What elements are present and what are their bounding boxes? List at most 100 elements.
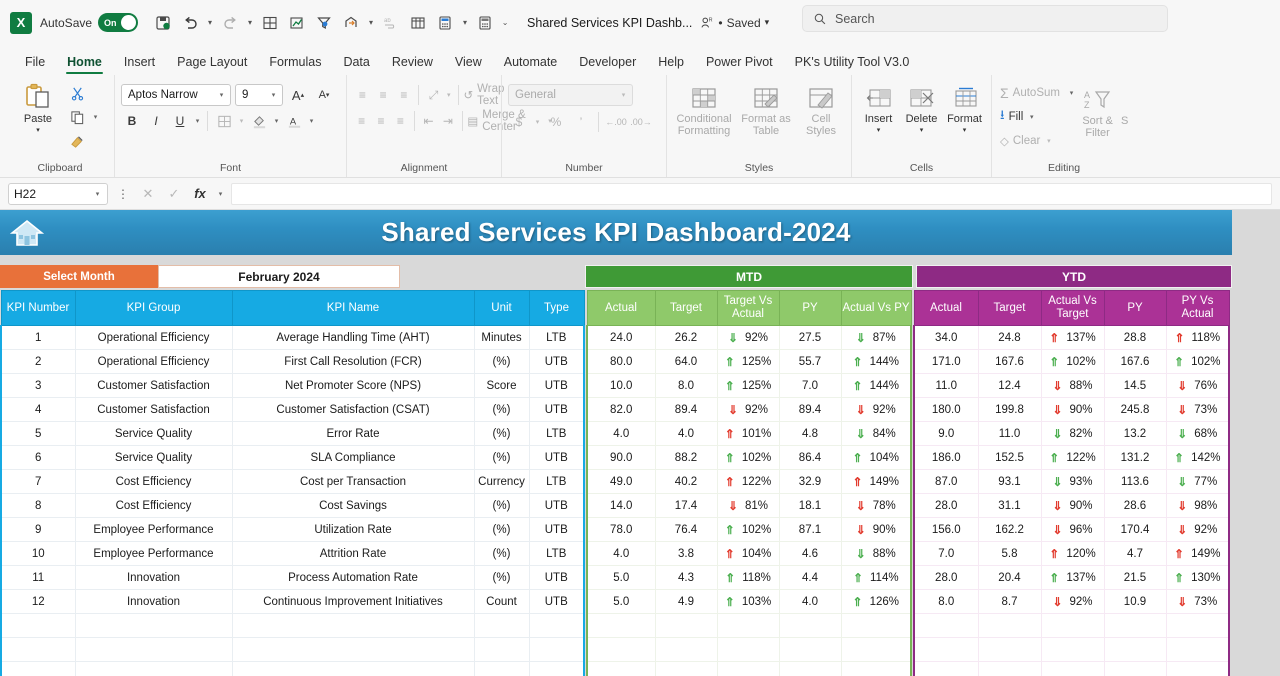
table-row-empty[interactable]	[0, 661, 1230, 676]
clear-button[interactable]: ◇ Clear ▾	[1000, 130, 1057, 152]
copy-chevron-down-icon[interactable]: ▾	[91, 113, 100, 121]
saved-status[interactable]: R • Saved ▾	[700, 16, 769, 30]
autosum-button[interactable]: Σ AutoSum	[1000, 82, 1064, 104]
table-icon[interactable]	[405, 10, 431, 36]
decrease-indent-icon[interactable]: ⇤	[420, 110, 437, 132]
tab-data[interactable]: Data	[332, 52, 380, 75]
number-format-chevron-down-icon[interactable]: ▾	[619, 91, 628, 99]
font-color-button[interactable]: A	[283, 110, 305, 132]
cut-icon[interactable]	[66, 82, 88, 104]
font-size-chevron-down-icon[interactable]: ▾	[269, 91, 278, 99]
cell-styles-button[interactable]: Cell Styles	[797, 80, 845, 137]
tab-power-pivot[interactable]: Power Pivot	[695, 52, 784, 75]
increase-indent-icon[interactable]: ⇥	[439, 110, 456, 132]
fill-button[interactable]: ⭳ Fill ▾	[1000, 106, 1040, 128]
format-as-table-button[interactable]: Format as Table	[737, 80, 795, 137]
formula-bar-options-icon[interactable]: ⋮	[114, 187, 132, 201]
save-icon[interactable]	[150, 10, 176, 36]
orientation-chevron-down-icon[interactable]: ▾	[445, 91, 453, 99]
tab-developer[interactable]: Developer	[568, 52, 647, 75]
spelling-icon[interactable]: ab	[378, 10, 404, 36]
currency-chevron-down-icon[interactable]: ▾	[533, 118, 542, 126]
table-row[interactable]: 4 Customer Satisfaction Customer Satisfact…	[0, 397, 1230, 422]
table-row-empty[interactable]	[0, 613, 1230, 638]
table-row[interactable]: 2 Operational Efficiency First Call Resolu…	[0, 349, 1230, 374]
table-row[interactable]: 11 Innovation Process Automation Rate (%) UT…	[0, 565, 1230, 590]
sort-filter-button[interactable]: AZ Sort & Filter	[1080, 82, 1115, 139]
shrink-font-button[interactable]: A ▾	[313, 84, 335, 106]
copy-icon[interactable]	[66, 106, 88, 128]
table-row[interactable]: 10 Employee Performance Attrition Rate (%) L…	[0, 541, 1230, 566]
conditional-formatting-button[interactable]: Conditional Formatting	[673, 80, 735, 137]
paste-chevron-down-icon[interactable]: ▾	[36, 126, 40, 134]
table-row[interactable]: 5 Service Quality Error Rate (%) LTB 4.0 4.0 ⇑ 1…	[0, 421, 1230, 446]
calculator-icon[interactable]	[432, 10, 458, 36]
table-row[interactable]: 1 Operational Efficiency Average Handling …	[0, 325, 1230, 350]
table-row[interactable]: 7 Cost Efficiency Cost per Transaction Curr…	[0, 469, 1230, 494]
tab-home[interactable]: Home	[56, 52, 113, 75]
chart-icon[interactable]	[284, 10, 310, 36]
align-right-icon[interactable]: ≡	[392, 110, 409, 132]
currency-button[interactable]: $	[508, 111, 530, 133]
table-row[interactable]: 12 Innovation Continuous Improvement Initi…	[0, 589, 1230, 614]
italic-button[interactable]: I	[145, 110, 167, 132]
find-select-button[interactable]: S	[1119, 82, 1130, 127]
number-format-select[interactable]: General ▾	[508, 84, 633, 106]
redo-dropdown-icon[interactable]: ▾	[244, 10, 256, 36]
filter-icon[interactable]	[311, 10, 337, 36]
table-row[interactable]: 8 Cost Efficiency Cost Savings (%) UTB 14.0 17…	[0, 493, 1230, 518]
insert-chevron-down-icon[interactable]: ▾	[877, 126, 881, 134]
align-top-icon[interactable]: ≡	[353, 84, 372, 106]
font-name-chevron-down-icon[interactable]: ▾	[217, 91, 226, 99]
select-month-value[interactable]: February 2024	[158, 265, 400, 288]
tab-insert[interactable]: Insert	[113, 52, 166, 75]
underline-button[interactable]: U	[169, 110, 191, 132]
underline-chevron-down-icon[interactable]: ▾	[193, 117, 202, 125]
fill-chevron-down-icon[interactable]: ▾	[1027, 113, 1036, 121]
customize-qat-icon[interactable]: ⌄	[499, 10, 511, 36]
tab-formulas[interactable]: Formulas	[258, 52, 332, 75]
format-cells-button[interactable]: Format ▾	[944, 80, 985, 134]
increase-decimal-icon[interactable]: ←.00	[605, 111, 627, 133]
name-box[interactable]: H22 ▾	[8, 182, 108, 205]
name-box-chevron-down-icon[interactable]: ▾	[93, 190, 102, 198]
calculator-dropdown-icon[interactable]: ▾	[459, 10, 471, 36]
tab-help[interactable]: Help	[647, 52, 695, 75]
font-size-input[interactable]: 9 ▾	[235, 84, 283, 106]
autosum-chevron-down-icon[interactable]: ▾	[1067, 89, 1076, 97]
table-row[interactable]: 9 Employee Performance Utilization Rate (%)…	[0, 517, 1230, 542]
borders-icon[interactable]	[257, 10, 283, 36]
align-left-icon[interactable]: ≡	[353, 110, 370, 132]
bold-button[interactable]: B	[121, 110, 143, 132]
align-bottom-icon[interactable]: ≡	[395, 84, 414, 106]
fill-color-button[interactable]	[248, 110, 270, 132]
tab-view[interactable]: View	[444, 52, 493, 75]
format-painter-icon[interactable]	[66, 130, 88, 152]
clear-chevron-down-icon[interactable]: ▾	[1044, 137, 1053, 145]
comma-style-button[interactable]: ’	[570, 111, 592, 133]
paste-button[interactable]: Paste ▾	[12, 80, 64, 134]
insert-function-icon[interactable]: fx	[190, 186, 210, 201]
fill-color-chevron-down-icon[interactable]: ▾	[272, 117, 281, 125]
undo-dropdown-icon[interactable]: ▾	[204, 10, 216, 36]
undo-icon[interactable]	[177, 10, 203, 36]
decrease-decimal-icon[interactable]: .00→	[630, 111, 652, 133]
delete-cells-button[interactable]: Delete ▾	[901, 80, 942, 134]
autosave-toggle[interactable]: On	[98, 13, 139, 32]
borders-chevron-down-icon[interactable]: ▾	[237, 117, 246, 125]
formula-input[interactable]	[231, 182, 1272, 205]
table-row[interactable]: 6 Service Quality SLA Compliance (%) UTB 90.0…	[0, 445, 1230, 470]
insert-cells-button[interactable]: Insert ▾	[858, 80, 899, 134]
table-row[interactable]: 3 Customer Satisfaction Net Promoter Score…	[0, 373, 1230, 398]
grow-font-button[interactable]: A ▴	[287, 84, 309, 106]
search-input[interactable]: Search	[802, 5, 1168, 32]
font-color-chevron-down-icon[interactable]: ▾	[307, 117, 316, 125]
table-row-empty[interactable]	[0, 637, 1230, 662]
delete-chevron-down-icon[interactable]: ▾	[920, 126, 924, 134]
tab-review[interactable]: Review	[381, 52, 444, 75]
redo-icon[interactable]	[217, 10, 243, 36]
saved-chevron-down-icon[interactable]: ▾	[765, 17, 770, 28]
align-center-icon[interactable]: ≡	[372, 110, 389, 132]
share-dropdown-icon[interactable]: ▾	[365, 10, 377, 36]
home-icon[interactable]	[0, 218, 54, 248]
